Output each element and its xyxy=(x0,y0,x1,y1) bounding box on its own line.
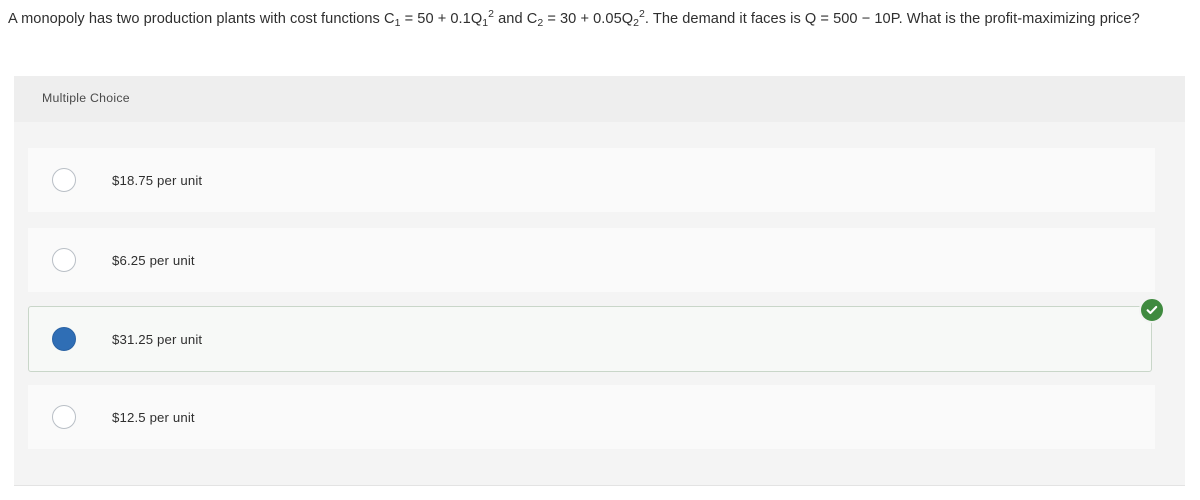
answer-card: Multiple Choice $18.75 per unit $6.25 pe… xyxy=(14,76,1185,486)
answer-option-3-label: $31.25 per unit xyxy=(112,331,203,347)
answer-option-2-label: $6.25 per unit xyxy=(112,252,195,268)
radio-button-option-1[interactable] xyxy=(52,168,76,192)
answer-option-1-label: $18.75 per unit xyxy=(112,172,203,188)
check-circle-icon xyxy=(1139,297,1165,323)
answer-option-4[interactable]: $12.5 per unit xyxy=(28,385,1155,449)
answer-options-list: $18.75 per unit $6.25 per unit $31.25 pe… xyxy=(14,122,1185,486)
question-type-label: Multiple Choice xyxy=(42,91,130,105)
radio-button-option-4[interactable] xyxy=(52,405,76,429)
question-text: A monopoly has two production plants wit… xyxy=(8,8,1140,29)
answer-option-3[interactable]: $31.25 per unit xyxy=(28,306,1152,372)
answer-option-1[interactable]: $18.75 per unit xyxy=(28,148,1155,212)
answer-option-2[interactable]: $6.25 per unit xyxy=(28,228,1155,292)
question-prompt-bar: A monopoly has two production plants wit… xyxy=(0,0,1200,76)
answer-option-4-label: $12.5 per unit xyxy=(112,409,195,425)
radio-button-option-3[interactable] xyxy=(52,327,76,351)
radio-button-option-2[interactable] xyxy=(52,248,76,272)
answer-card-header: Multiple Choice xyxy=(14,76,1185,122)
